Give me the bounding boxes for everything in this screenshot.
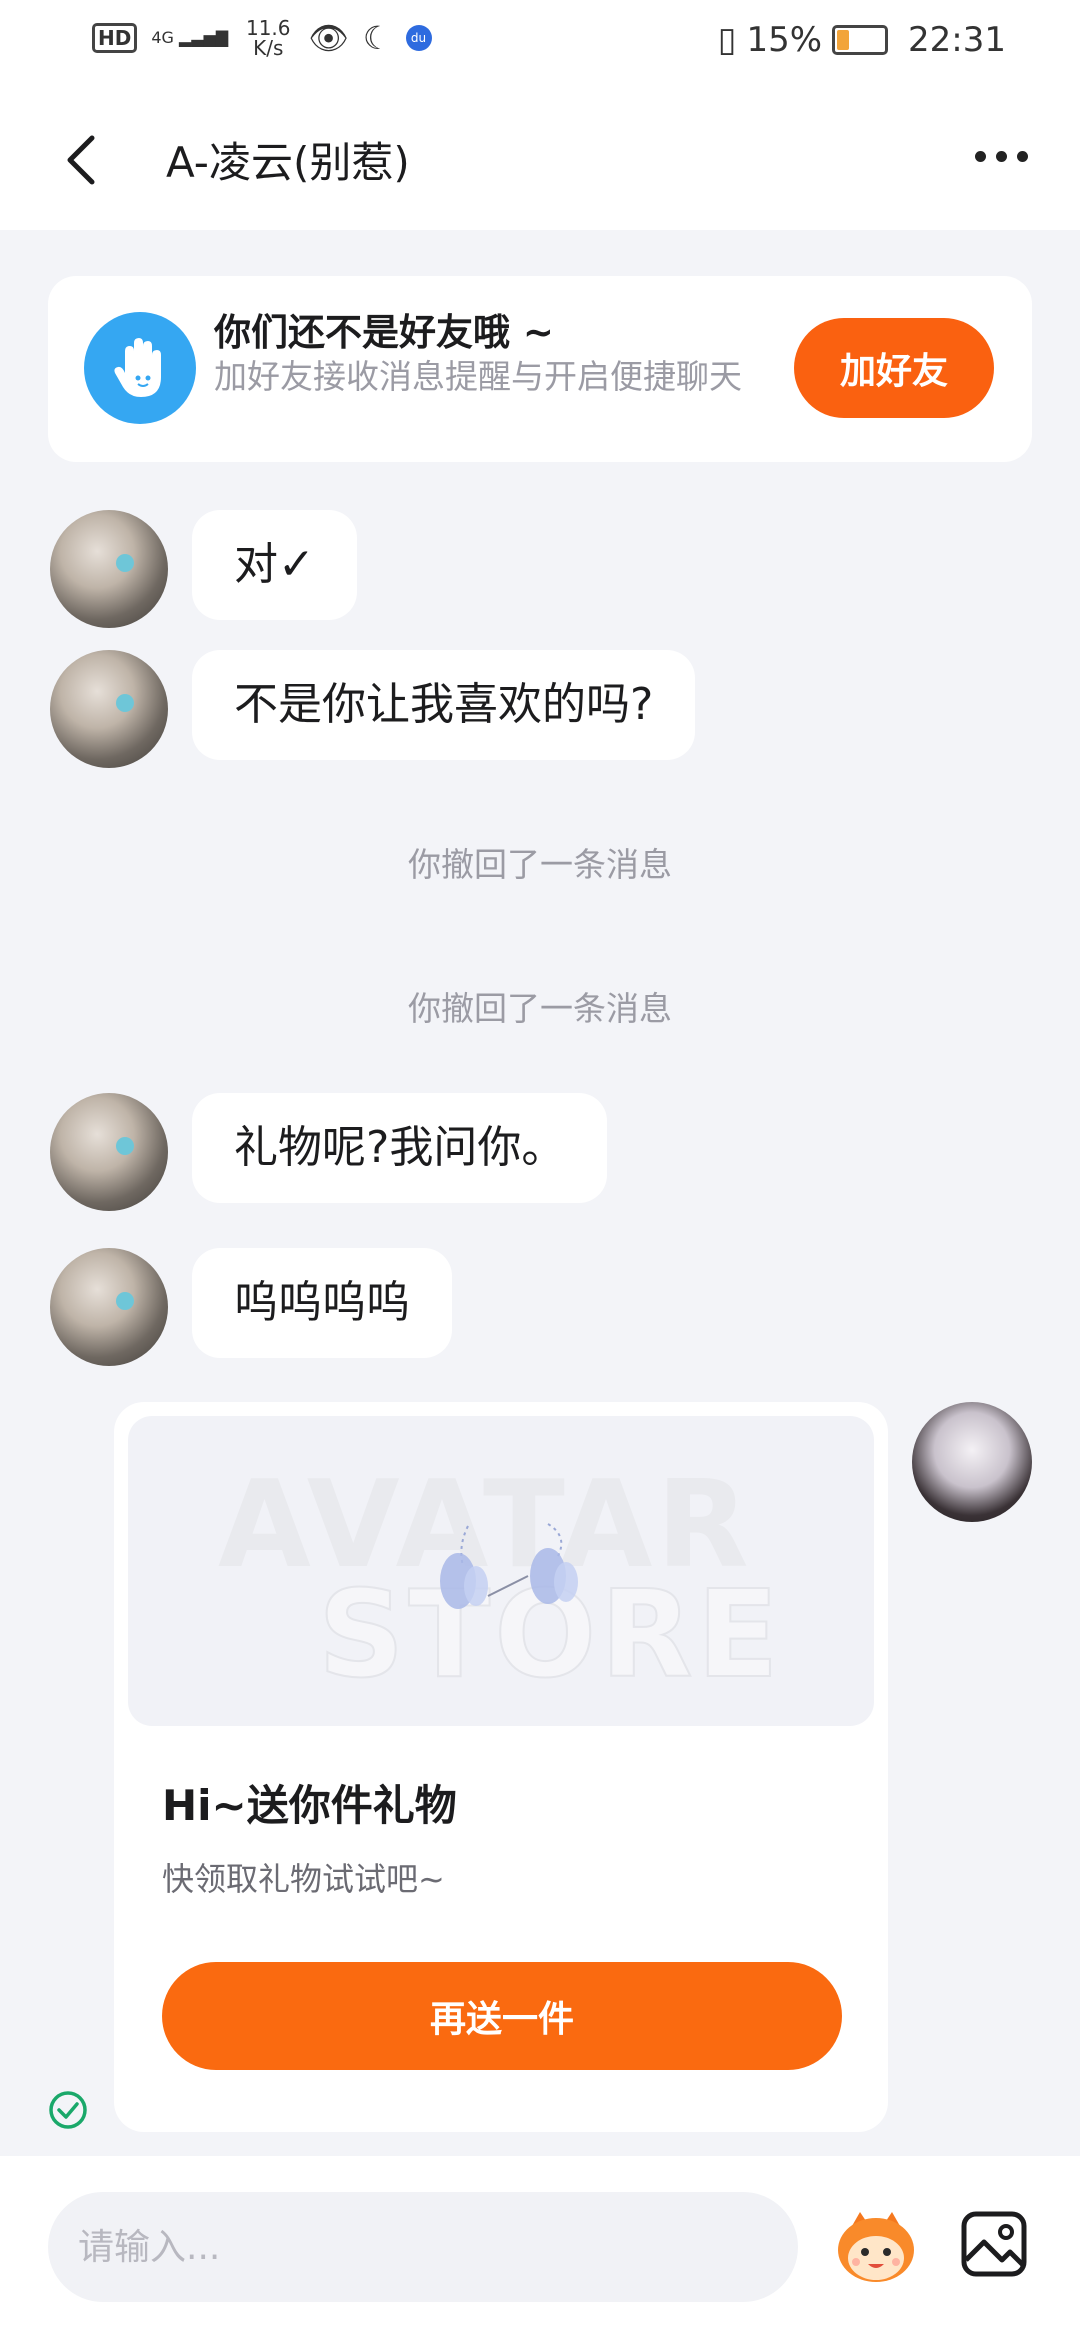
more-options-icon[interactable] — [975, 151, 1028, 162]
message-bubble[interactable]: 呜呜呜呜 — [192, 1248, 452, 1358]
gift-title: Hi~送你件礼物 — [162, 1781, 457, 1830]
message-bubble[interactable]: 不是你让我喜欢的吗? — [192, 650, 696, 760]
input-bar — [0, 2156, 1080, 2340]
read-check-icon — [49, 2091, 87, 2129]
system-message: 你撤回了一条消息 — [408, 989, 672, 1028]
add-friend-button[interactable]: 加好友 — [794, 318, 994, 418]
back-arrow-icon[interactable] — [62, 130, 102, 190]
network-speed: 11.6 K/s — [242, 18, 294, 58]
moon-icon: ☾ — [362, 19, 392, 57]
contact-avatar[interactable] — [50, 1248, 168, 1366]
contact-avatar[interactable] — [50, 510, 168, 628]
chat-header: A-凌云(别惹) — [0, 85, 1080, 230]
butterfly-earrings-icon — [440, 1523, 578, 1609]
status-bar: HD 4G ▂▃▅▇ 11.6 K/s 👁 ☾ du ▯ 15% 22:31 — [0, 0, 1080, 85]
my-avatar[interactable] — [912, 1402, 1032, 1522]
clock: 22:31 — [908, 20, 1006, 60]
image-picker-icon[interactable] — [958, 2208, 1030, 2280]
network-type: 4G — [151, 28, 174, 47]
hd-indicator: HD — [92, 23, 138, 53]
contact-avatar[interactable] — [50, 650, 168, 768]
banner-title: 你们还不是好友哦 ~ — [214, 311, 554, 354]
speed-value: 11.6 — [245, 16, 291, 40]
vibrate-icon: ▯ — [717, 20, 737, 60]
message-bubble[interactable]: 对✓ — [192, 510, 357, 620]
battery-icon — [832, 25, 889, 55]
speed-unit: K/s — [253, 36, 284, 60]
wave-hand-icon — [84, 312, 196, 424]
gift-image: AVATAR STORE — [128, 1416, 874, 1726]
eye-icon: 👁 — [308, 19, 349, 57]
gift-card[interactable]: AVATAR STORE Hi~送你件礼物 快领取礼物试试吧~ 再送一件 — [114, 1402, 888, 2132]
system-message: 你撤回了一条消息 — [408, 845, 672, 884]
contact-avatar[interactable] — [50, 1093, 168, 1211]
message-input[interactable] — [48, 2192, 798, 2302]
signal-icon: 4G ▂▃▅▇ — [151, 28, 229, 47]
message-bubble[interactable]: 礼物呢?我问你。 — [192, 1093, 608, 1203]
not-friends-banner: 你们还不是好友哦 ~ 加好友接收消息提醒与开启便捷聊天 加好友 — [48, 276, 1032, 462]
baidu-icon: du — [405, 25, 432, 51]
banner-description: 加好友接收消息提醒与开启便捷聊天 — [214, 357, 742, 396]
gift-subtitle: 快领取礼物试试吧~ — [162, 1860, 445, 1898]
battery-percent: 15% — [746, 20, 823, 60]
chat-title: A-凌云(别惹) — [166, 138, 410, 187]
send-another-gift-button[interactable]: 再送一件 — [162, 1962, 842, 2070]
emoji-mascot-icon[interactable] — [832, 2208, 920, 2288]
